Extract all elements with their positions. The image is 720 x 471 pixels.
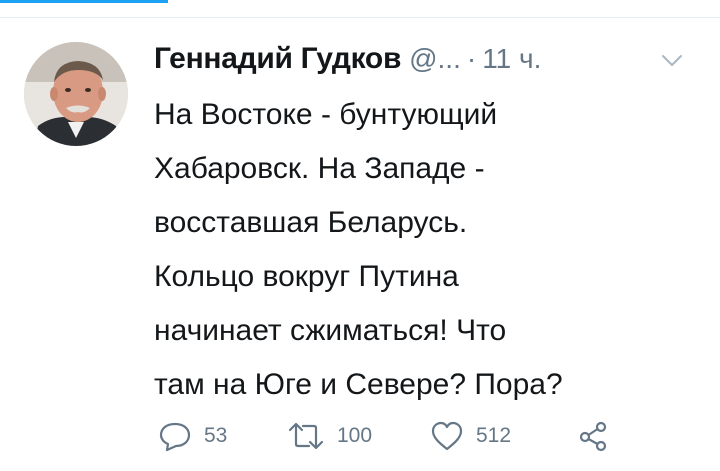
retweet-icon	[288, 422, 324, 450]
tweet-text-line: там на Юге и Севере? Пора?	[154, 368, 563, 401]
user-portrait-photo	[24, 42, 128, 146]
tweet-text: На Востоке - бунтующий Хабаровск. На Зап…	[154, 88, 704, 412]
top-bar	[0, 0, 720, 18]
reply-button[interactable]: 53	[158, 416, 227, 456]
avatar[interactable]	[24, 42, 128, 146]
like-button[interactable]: 512	[430, 416, 511, 456]
active-tab-indicator	[0, 0, 168, 3]
tweet-actions: 53 100 512	[154, 416, 694, 456]
author-display-name[interactable]: Геннадий Гудков	[154, 42, 401, 76]
tweet-text-line: начинает сжиматься! Что	[154, 314, 507, 347]
like-count: 512	[476, 424, 512, 447]
tweet-header: Геннадий Гудков @... · 11 ч.	[154, 42, 694, 86]
tweet-text-line: Кольцо вокруг Путина	[154, 260, 459, 293]
separator-dot: ·	[466, 43, 477, 74]
tweet-text-line: На Востоке - бунтующий	[154, 98, 498, 131]
share-icon	[579, 421, 607, 452]
chevron-down-icon[interactable]	[661, 54, 683, 68]
reply-icon	[159, 422, 191, 452]
retweet-count: 100	[337, 424, 373, 447]
reply-count: 53	[204, 424, 228, 447]
share-button[interactable]	[578, 416, 608, 456]
retweet-button[interactable]: 100	[287, 416, 372, 456]
tweet-text-line: Хабаровск. На Западе -	[154, 152, 485, 185]
author-handle[interactable]: @...	[409, 43, 461, 75]
tweet-text-line: восставшая Беларусь.	[154, 206, 468, 239]
timestamp[interactable]: 11 ч.	[482, 43, 541, 75]
heart-icon	[431, 421, 463, 451]
tweet[interactable]: Геннадий Гудков @... · 11 ч. На Востоке …	[0, 18, 720, 471]
